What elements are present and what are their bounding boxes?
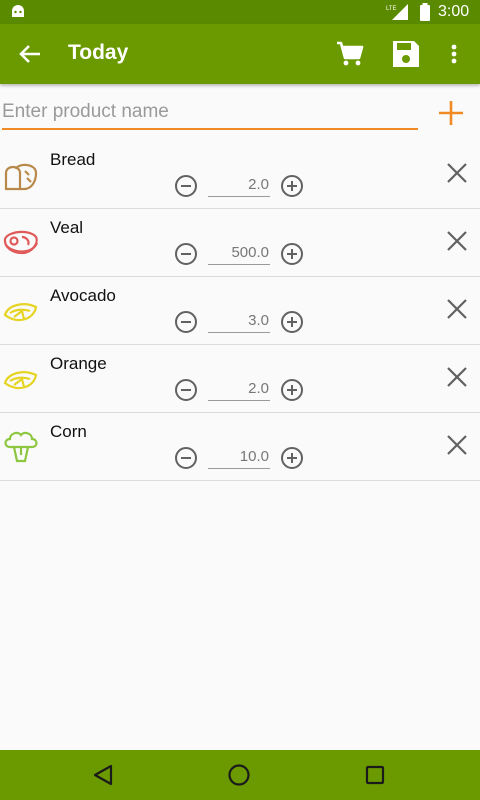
add-product-row	[0, 92, 480, 136]
list-item: Veal 500.0	[0, 209, 480, 277]
minus-circle-icon	[175, 379, 197, 401]
plus-circle-icon	[281, 243, 303, 265]
nav-recents-button[interactable]	[363, 763, 387, 787]
minus-circle-icon	[175, 447, 197, 469]
product-name: Corn	[50, 422, 87, 441]
remove-item-button[interactable]	[445, 161, 469, 185]
arrow-left-icon	[19, 45, 40, 63]
quantity-field[interactable]: 2.0	[208, 379, 270, 401]
nav-back-button[interactable]	[91, 763, 115, 787]
minus-circle-icon	[175, 311, 197, 333]
decrease-quantity-button[interactable]	[174, 378, 198, 402]
minus-circle-icon	[175, 175, 197, 197]
list-item: Orange 2.0	[0, 345, 480, 413]
back-button[interactable]	[16, 40, 44, 68]
broccoli-icon	[2, 427, 40, 465]
add-product-button[interactable]	[436, 98, 466, 128]
quantity-field[interactable]: 3.0	[208, 311, 270, 333]
quantity-field[interactable]: 2.0	[208, 175, 270, 197]
close-icon	[447, 435, 467, 455]
close-icon	[447, 299, 467, 319]
product-name: Bread	[50, 150, 96, 169]
close-icon	[447, 231, 467, 251]
android-notification-icon	[10, 4, 26, 18]
quantity-field[interactable]: 500.0	[208, 243, 270, 265]
increase-quantity-button[interactable]	[280, 310, 304, 334]
system-nav-bar	[0, 750, 480, 800]
decrease-quantity-button[interactable]	[174, 242, 198, 266]
product-name: Orange	[50, 354, 107, 373]
increase-quantity-button[interactable]	[280, 446, 304, 470]
more-options-button[interactable]	[444, 38, 464, 70]
battery-icon	[419, 3, 431, 21]
increase-quantity-button[interactable]	[280, 174, 304, 198]
nav-home-button[interactable]	[227, 763, 251, 787]
circle-home-icon	[228, 764, 250, 786]
product-name-input[interactable]	[2, 96, 418, 130]
plus-circle-icon	[281, 379, 303, 401]
remove-item-button[interactable]	[445, 365, 469, 389]
increase-quantity-button[interactable]	[280, 242, 304, 266]
lemon-icon	[2, 291, 40, 329]
floppy-disk-icon	[393, 41, 419, 67]
decrease-quantity-button[interactable]	[174, 310, 198, 334]
decrease-quantity-button[interactable]	[174, 174, 198, 198]
product-name: Veal	[50, 218, 84, 237]
plus-circle-icon	[281, 311, 303, 333]
cart-button[interactable]	[334, 38, 366, 70]
minus-circle-icon	[175, 243, 197, 265]
triangle-back-icon	[93, 764, 113, 786]
signal-icon: LTE	[386, 3, 412, 21]
status-time: 3:00	[438, 3, 470, 20]
plus-icon	[439, 101, 463, 125]
cart-icon	[337, 41, 364, 66]
close-icon	[447, 367, 467, 387]
plus-circle-icon	[281, 447, 303, 469]
increase-quantity-button[interactable]	[280, 378, 304, 402]
square-recents-icon	[365, 765, 385, 785]
decrease-quantity-button[interactable]	[174, 446, 198, 470]
quantity-field[interactable]: 10.0	[208, 447, 270, 469]
list-item: Avocado 3.0	[0, 277, 480, 345]
list-item: Corn 10.0	[0, 413, 480, 481]
close-icon	[447, 163, 467, 183]
remove-item-button[interactable]	[445, 433, 469, 457]
app-bar: Today	[0, 24, 480, 84]
status-bar: LTE 3:00	[0, 0, 480, 24]
lemon-icon	[2, 359, 40, 397]
list-item: Bread 2.0	[0, 141, 480, 209]
more-vert-icon	[451, 44, 457, 64]
network-type: LTE	[386, 6, 397, 12]
steak-icon	[2, 223, 40, 261]
product-name: Avocado	[50, 286, 116, 305]
remove-item-button[interactable]	[445, 297, 469, 321]
page-title: Today	[68, 41, 129, 64]
product-list: Bread 2.0 Veal 500.0 Avocado 3.0 Orange …	[0, 141, 480, 481]
bread-icon	[2, 155, 40, 193]
save-button[interactable]	[390, 38, 422, 70]
remove-item-button[interactable]	[445, 229, 469, 253]
plus-circle-icon	[281, 175, 303, 197]
